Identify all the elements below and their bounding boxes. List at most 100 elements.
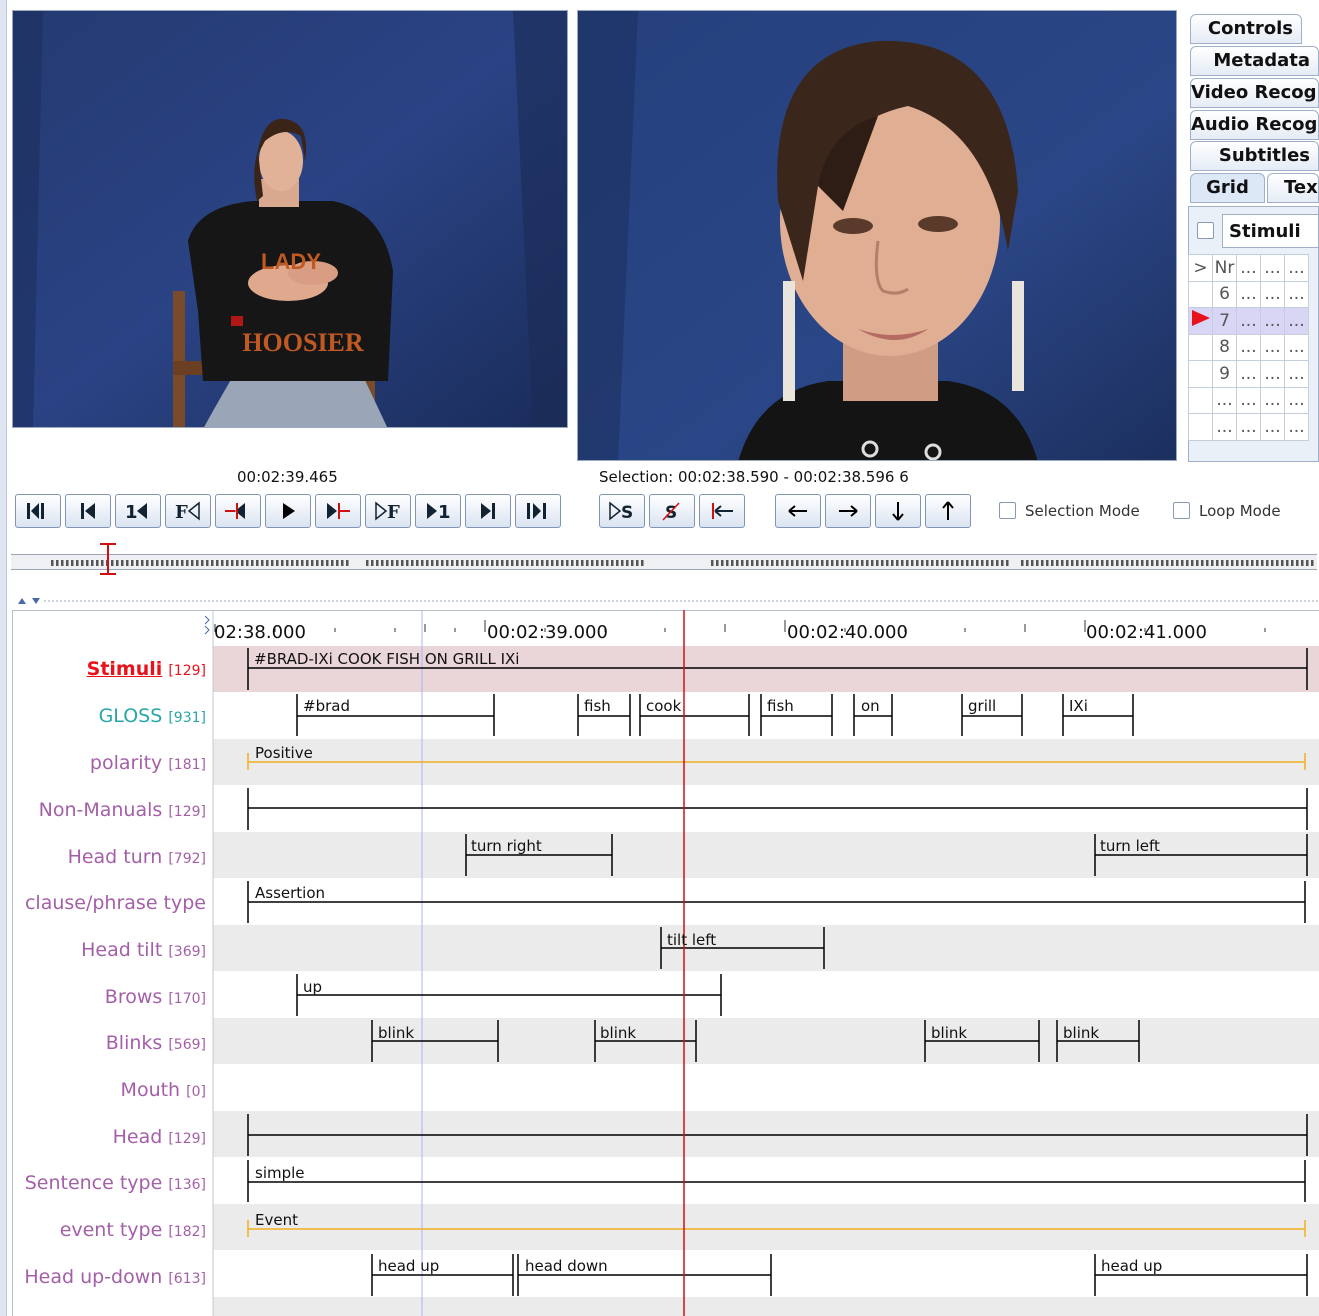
- annotation-gloss[interactable]: fish: [584, 697, 611, 715]
- grid-cell: ...: [1284, 333, 1309, 361]
- left-edge-bar: [0, 0, 7, 1316]
- tab-grid[interactable]: Grid: [1190, 173, 1265, 203]
- annotation-head-up-down[interactable]: head up: [1101, 1257, 1162, 1275]
- tab-controls[interactable]: Controls: [1190, 14, 1302, 44]
- tier-label-polarity[interactable]: polarity [181]: [13, 752, 206, 774]
- tier-label-brows[interactable]: Brows [170]: [13, 986, 206, 1008]
- media-position-cursor-icon[interactable]: [96, 542, 120, 578]
- annotation-head-up-down[interactable]: head down: [525, 1257, 608, 1275]
- annotation-blink[interactable]: blink: [931, 1024, 967, 1042]
- annotation-head-turn[interactable]: turn right: [471, 837, 542, 855]
- tier-label-sentence-type[interactable]: Sentence type [136]: [13, 1172, 206, 1194]
- svg-text:S: S: [621, 503, 633, 521]
- zoom-splitter[interactable]: [14, 594, 1319, 606]
- tab-metadata[interactable]: Metadata: [1190, 46, 1319, 76]
- tier-label-mouth[interactable]: Mouth [0]: [13, 1079, 206, 1101]
- arrow-left-button[interactable]: [775, 494, 821, 528]
- annotation-gloss[interactable]: #brad: [303, 697, 350, 715]
- play-selection-button[interactable]: S: [599, 494, 645, 528]
- grid-row[interactable]: ... ... ... ...: [1188, 413, 1309, 441]
- grid-cell: 8: [1212, 333, 1237, 361]
- grid-row[interactable]: 6 ... ... ...: [1188, 280, 1309, 308]
- grid-cell: ...: [1260, 386, 1285, 414]
- video-frame-wide: LADY HOOSIER: [13, 11, 567, 427]
- selection-mode-checkbox[interactable]: [999, 502, 1016, 519]
- loop-mode-checkbox[interactable]: [1173, 502, 1190, 519]
- previous-frame-button[interactable]: 1: [115, 494, 161, 528]
- tab-subtitles[interactable]: Subtitles: [1190, 141, 1319, 171]
- go-to-end-button[interactable]: [515, 494, 561, 528]
- svg-text:F: F: [175, 502, 188, 521]
- tier-label-head-turn[interactable]: Head turn [792]: [13, 846, 206, 868]
- video-viewer-wide[interactable]: LADY HOOSIER: [12, 10, 568, 428]
- grid-table: > Nr ... ... ... 6 ... ... ... 7 ... ...…: [1188, 254, 1309, 441]
- selection-begin-button[interactable]: [215, 494, 261, 528]
- next-frame-button[interactable]: 1: [415, 494, 461, 528]
- grid-header-cell[interactable]: ...: [1260, 254, 1285, 282]
- annotation-polarity[interactable]: Positive: [255, 744, 313, 762]
- annotation-event-type[interactable]: Event: [255, 1211, 298, 1229]
- grid-cell: ...: [1260, 333, 1285, 361]
- video-viewer-face[interactable]: [577, 10, 1177, 461]
- grid-header-cell[interactable]: Nr: [1212, 254, 1237, 282]
- go-to-begin-button[interactable]: [15, 494, 61, 528]
- annotation-gloss[interactable]: IXi: [1069, 697, 1088, 715]
- selection-end-button[interactable]: [315, 494, 361, 528]
- tab-video-recognizer[interactable]: Video Recogr: [1190, 78, 1319, 108]
- tier-name: Head: [112, 1126, 163, 1148]
- grid-header-cell[interactable]: ...: [1236, 254, 1261, 282]
- annotation-blink[interactable]: blink: [378, 1024, 414, 1042]
- grid-tier-selector[interactable]: Stimuli: [1222, 214, 1319, 248]
- grid-row[interactable]: 8 ... ... ...: [1188, 333, 1309, 361]
- tier-label-gloss[interactable]: GLOSS [931]: [13, 705, 206, 727]
- loop-mode-label: Loop Mode: [1199, 502, 1281, 520]
- to-selection-begin-button[interactable]: [699, 494, 745, 528]
- annotation-gloss[interactable]: fish: [767, 697, 794, 715]
- grid-tier-checkbox[interactable]: [1197, 222, 1214, 239]
- grid-row[interactable]: 9 ... ... ...: [1188, 360, 1309, 388]
- annotation-stimuli[interactable]: #BRAD-IXi COOK FISH ON GRILL IXi: [254, 650, 519, 668]
- annotation-brows[interactable]: up: [303, 978, 322, 996]
- next-f-icon: F: [375, 501, 400, 521]
- previous-frame-f-button[interactable]: F: [165, 494, 211, 528]
- annotation-gloss[interactable]: cook: [646, 697, 681, 715]
- annotation-head-turn[interactable]: turn left: [1100, 837, 1160, 855]
- annotation-head-tilt[interactable]: tilt left: [667, 931, 716, 949]
- next-frame-f-button[interactable]: F: [365, 494, 411, 528]
- tier-label-event-type[interactable]: event type [182]: [13, 1219, 206, 1241]
- tab-audio-recognizer[interactable]: Audio Recogr: [1190, 110, 1319, 140]
- arrow-down-button[interactable]: [875, 494, 921, 528]
- tier-label-stimuli[interactable]: Stimuli [129]: [13, 658, 206, 680]
- tier-label-blinks[interactable]: Blinks [569]: [13, 1032, 206, 1054]
- tier-label-head[interactable]: Head [129]: [13, 1126, 206, 1148]
- tier-count: [931]: [168, 710, 206, 726]
- timeline-overview-bar[interactable]: [11, 554, 1317, 570]
- annotation-grid-canvas[interactable]: [12, 610, 1319, 1316]
- tier-label-clause-type[interactable]: clause/phrase type: [13, 892, 206, 914]
- arrow-up-button[interactable]: [925, 494, 971, 528]
- annotation-gloss[interactable]: grill: [968, 697, 996, 715]
- annotation-blink[interactable]: blink: [1063, 1024, 1099, 1042]
- grid-row-selected[interactable]: 7 ... ... ...: [1188, 307, 1309, 335]
- grid-row[interactable]: ... ... ... ...: [1188, 386, 1309, 414]
- tier-label-head-up-down[interactable]: Head up-down [613]: [13, 1266, 206, 1288]
- tab-text[interactable]: Tex: [1267, 173, 1319, 203]
- arrow-right-button[interactable]: [825, 494, 871, 528]
- grid-cell: ...: [1212, 413, 1237, 441]
- tier-label-non-manuals[interactable]: Non-Manuals [129]: [13, 799, 206, 821]
- tier-name: Blinks: [105, 1032, 163, 1054]
- previous-scroll-button[interactable]: [65, 494, 111, 528]
- annotation-gloss[interactable]: on: [861, 697, 880, 715]
- clear-selection-button[interactable]: S: [649, 494, 695, 528]
- annotation-blink[interactable]: blink: [600, 1024, 636, 1042]
- annotation-head-up-down[interactable]: head up: [378, 1257, 439, 1275]
- grid-header-cell[interactable]: ...: [1284, 254, 1309, 282]
- annotation-sentence-type[interactable]: simple: [255, 1164, 305, 1182]
- grid-header-cell[interactable]: >: [1188, 254, 1213, 282]
- tier-name: Mouth: [120, 1079, 181, 1101]
- tier-label-head-tilt[interactable]: Head tilt [369]: [13, 939, 206, 961]
- next-scroll-button[interactable]: [465, 494, 511, 528]
- play-button[interactable]: [265, 494, 311, 528]
- annotation-clause[interactable]: Assertion: [255, 884, 325, 902]
- tier-name: Head turn: [67, 846, 163, 868]
